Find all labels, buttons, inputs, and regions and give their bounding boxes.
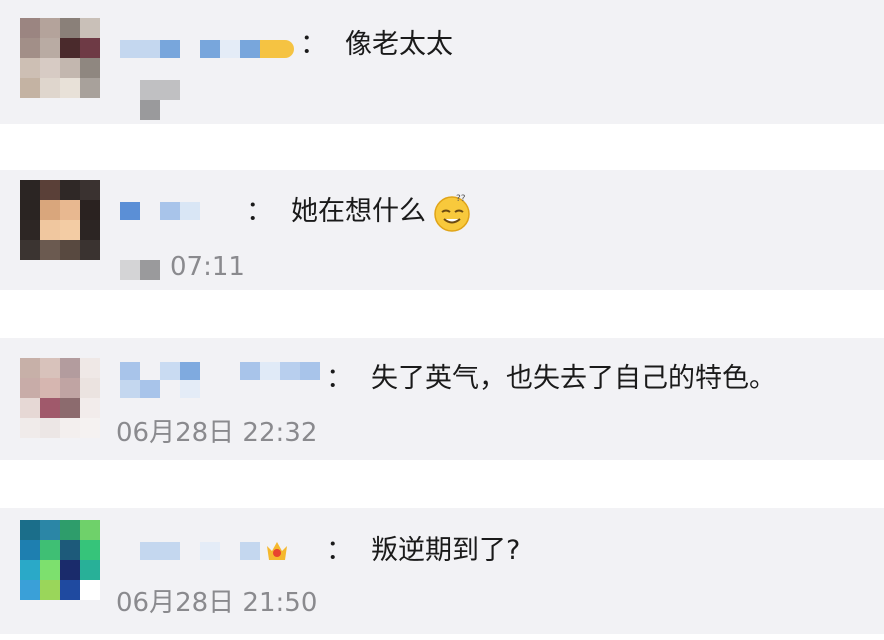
- comment-timestamp: 06月28日 21:50: [116, 588, 318, 618]
- username-blurred[interactable]: [120, 38, 294, 60]
- username-blurred[interactable]: [120, 200, 200, 222]
- time-prefix-blurred: [120, 260, 160, 280]
- separator: ：: [246, 196, 273, 227]
- separator: ：: [326, 535, 353, 566]
- separator: ：: [326, 363, 353, 394]
- comment-text: ： 像老太太: [300, 28, 453, 62]
- avatar[interactable]: [20, 180, 100, 260]
- separator: ：: [300, 29, 327, 60]
- avatar[interactable]: [20, 18, 100, 98]
- avatar-pixel-fragment: [140, 80, 180, 120]
- comment-message: 她在想什么: [291, 196, 426, 227]
- comment-text: ： 她在想什么 ??: [246, 192, 472, 232]
- comment-item: ： 像老太太: [0, 0, 884, 124]
- username-blurred[interactable]: [120, 362, 320, 398]
- comment-timestamp: 07:11: [170, 252, 245, 282]
- comment-timestamp: 06月28日 22:32: [116, 418, 318, 448]
- comment-message: 像老太太: [345, 29, 453, 60]
- avatar[interactable]: [20, 358, 100, 438]
- thinking-emoji-icon: ??: [434, 194, 470, 232]
- comment-message: 叛逆期到了?: [371, 535, 521, 566]
- comment-message: 失了英气，也失去了自己的特色。: [371, 363, 776, 394]
- svg-text:??: ??: [456, 194, 466, 204]
- username-blurred[interactable]: [140, 540, 290, 562]
- comment-item: ： 失了英气，也失去了自己的特色。 06月28日 22:32: [0, 338, 884, 460]
- comment-item: ： 叛逆期到了? 06月28日 21:50: [0, 508, 884, 634]
- comment-text: ： 失了英气，也失去了自己的特色。: [326, 362, 776, 396]
- comment-item: ： 她在想什么 ?? 07:11: [0, 170, 884, 290]
- comment-text: ： 叛逆期到了?: [326, 534, 520, 568]
- avatar[interactable]: [20, 520, 100, 600]
- crown-badge-icon: [267, 542, 287, 560]
